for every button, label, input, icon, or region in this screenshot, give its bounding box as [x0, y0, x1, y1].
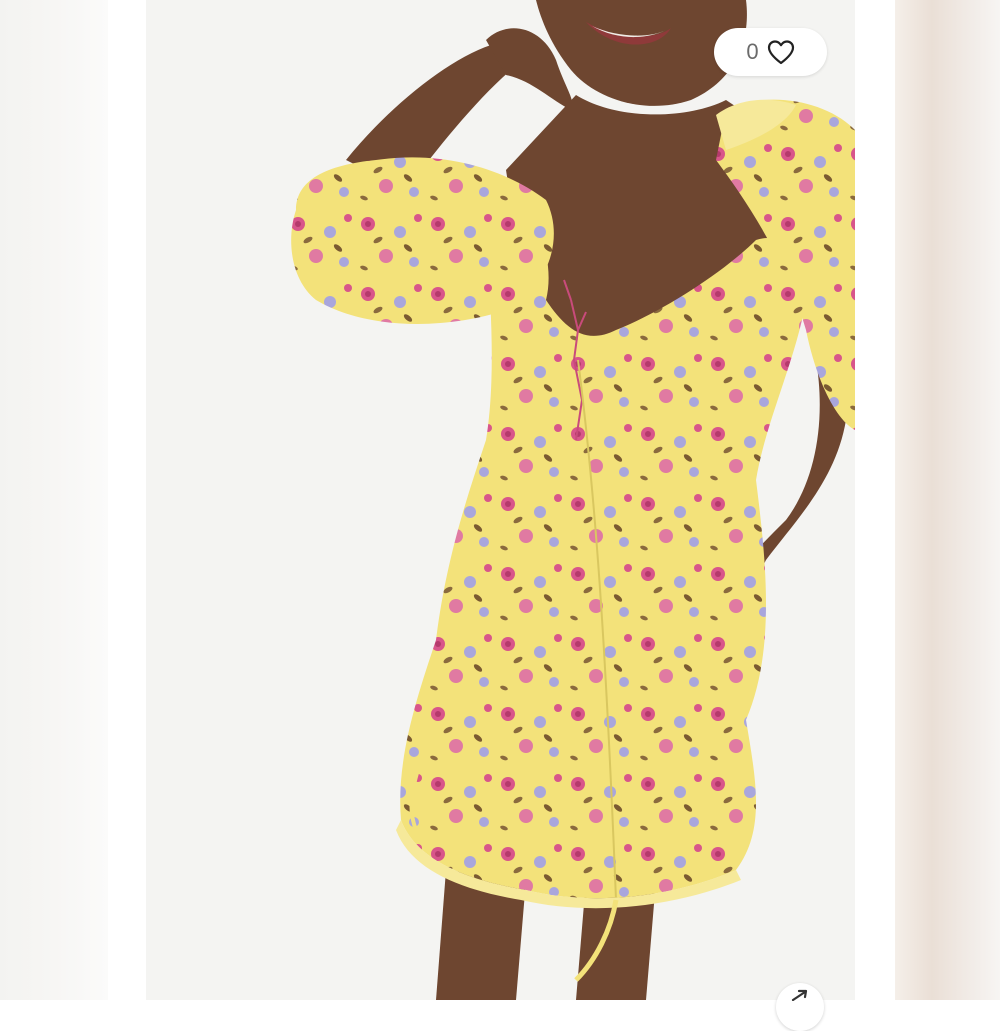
blurred-backdrop-right: [895, 0, 1000, 1000]
share-arrow-icon: [791, 989, 808, 1001]
share-button[interactable]: [776, 983, 824, 1031]
product-photo[interactable]: [146, 0, 855, 1000]
like-count: 0: [746, 39, 759, 64]
blurred-backdrop-left: [0, 0, 108, 1000]
heart-outline-icon: [767, 40, 794, 65]
like-button[interactable]: 0: [714, 28, 827, 76]
